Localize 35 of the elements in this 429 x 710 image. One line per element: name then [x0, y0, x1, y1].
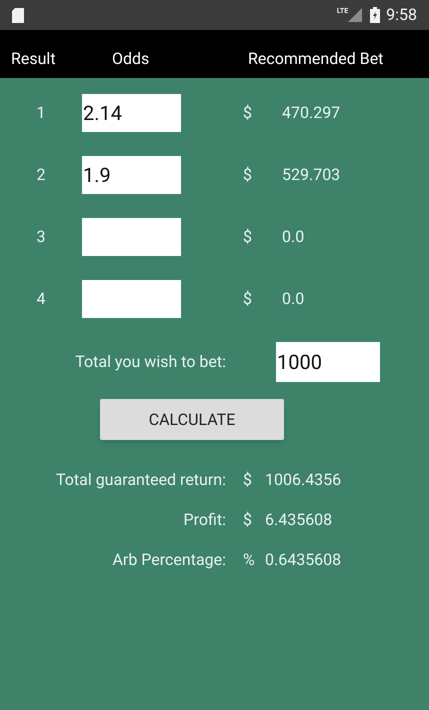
clock-time: 9:58: [386, 4, 417, 26]
summary-label: Profit:: [184, 509, 226, 531]
odds-field[interactable]: 1.9: [82, 156, 181, 194]
battery-charging-icon: [370, 7, 380, 23]
total-bet-field[interactable]: 1000: [276, 342, 380, 382]
bet-amount: 0.0: [282, 288, 304, 310]
bet-amount: 0.0: [282, 226, 304, 248]
result-number: 4: [36, 288, 46, 310]
currency-symbol: $: [243, 226, 253, 248]
bet-amount: 470.297: [282, 102, 340, 124]
sd-card-icon: [12, 8, 24, 22]
result-number: 1: [36, 102, 46, 124]
summary-value: 0.6435608: [265, 549, 342, 571]
odds-field[interactable]: 2.14: [82, 94, 181, 132]
calculate-button[interactable]: CALCULATE: [100, 399, 284, 440]
column-header: Recommended Bet: [248, 49, 384, 68]
currency-symbol: $: [243, 288, 253, 310]
result-number: 2: [36, 164, 46, 186]
odds-field[interactable]: [82, 218, 181, 256]
result-number: 3: [36, 226, 46, 248]
summary-value: 1006.4356: [265, 469, 342, 491]
summary-label: Total guaranteed return:: [56, 469, 226, 491]
unit-symbol: $: [242, 509, 253, 531]
column-header: Odds: [112, 49, 150, 68]
signal-icon: [348, 8, 362, 22]
unit-symbol: $: [242, 469, 253, 491]
unit-symbol: %: [242, 549, 256, 571]
total-bet-label: Total you wish to bet:: [75, 351, 226, 373]
column-header: Result: [11, 49, 56, 68]
currency-symbol: $: [243, 164, 253, 186]
summary-label: Arb Percentage:: [112, 549, 226, 571]
bet-amount: 529.703: [282, 164, 340, 186]
odds-field[interactable]: [82, 280, 181, 318]
currency-symbol: $: [243, 102, 253, 124]
summary-value: 6.435608: [265, 509, 332, 531]
